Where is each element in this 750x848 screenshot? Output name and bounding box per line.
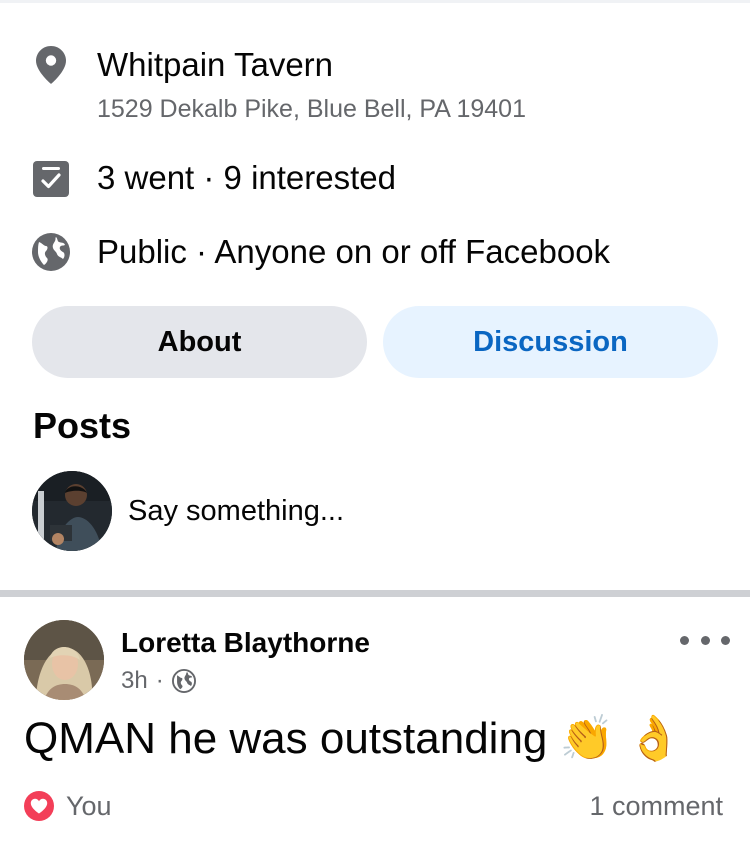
more-options-icon[interactable]: [680, 628, 730, 652]
more-dot: [721, 635, 730, 645]
post-author-name[interactable]: Loretta Blaythorne: [121, 625, 370, 661]
post-time[interactable]: 3h: [121, 667, 148, 695]
location-name[interactable]: Whitpain Tavern: [97, 45, 333, 85]
comment-count[interactable]: 1 comment: [589, 788, 723, 824]
attendance-row[interactable]: 3 went · 9 interested: [0, 158, 750, 200]
location-row[interactable]: Whitpain Tavern 1529 Dekalb Pike, Blue B…: [0, 40, 750, 130]
heart-icon: [24, 791, 54, 821]
reaction-summary[interactable]: You: [24, 788, 112, 824]
globe-icon: [32, 233, 70, 271]
posts-heading: Posts: [33, 405, 132, 446]
map-pin-icon: [32, 46, 70, 84]
calendar-check-icon: [32, 160, 70, 198]
more-dot: [700, 635, 710, 645]
globe-icon: [171, 669, 196, 693]
privacy-text: Public · Anyone on or off Facebook: [97, 233, 611, 270]
privacy-row: Public · Anyone on or off Facebook: [0, 232, 750, 274]
more-dot: [680, 635, 689, 645]
user-avatar[interactable]: [32, 471, 112, 551]
meta-separator: ·: [155, 667, 164, 694]
attendance-text[interactable]: 3 went · 9 interested: [97, 158, 396, 198]
section-divider: [0, 590, 750, 597]
post-composer-input[interactable]: Say something...: [128, 492, 344, 530]
tab-discussion[interactable]: Discussion: [383, 306, 718, 378]
location-address[interactable]: 1529 Dekalb Pike, Blue Bell, PA 19401: [97, 94, 526, 124]
post-body: QMAN he was outstanding 👏 👌: [24, 714, 682, 763]
author-avatar[interactable]: [24, 620, 104, 700]
reaction-names[interactable]: You: [66, 791, 112, 822]
top-border: [0, 0, 750, 3]
post-meta: 3h ·: [121, 664, 196, 698]
tab-about[interactable]: About: [32, 306, 367, 378]
